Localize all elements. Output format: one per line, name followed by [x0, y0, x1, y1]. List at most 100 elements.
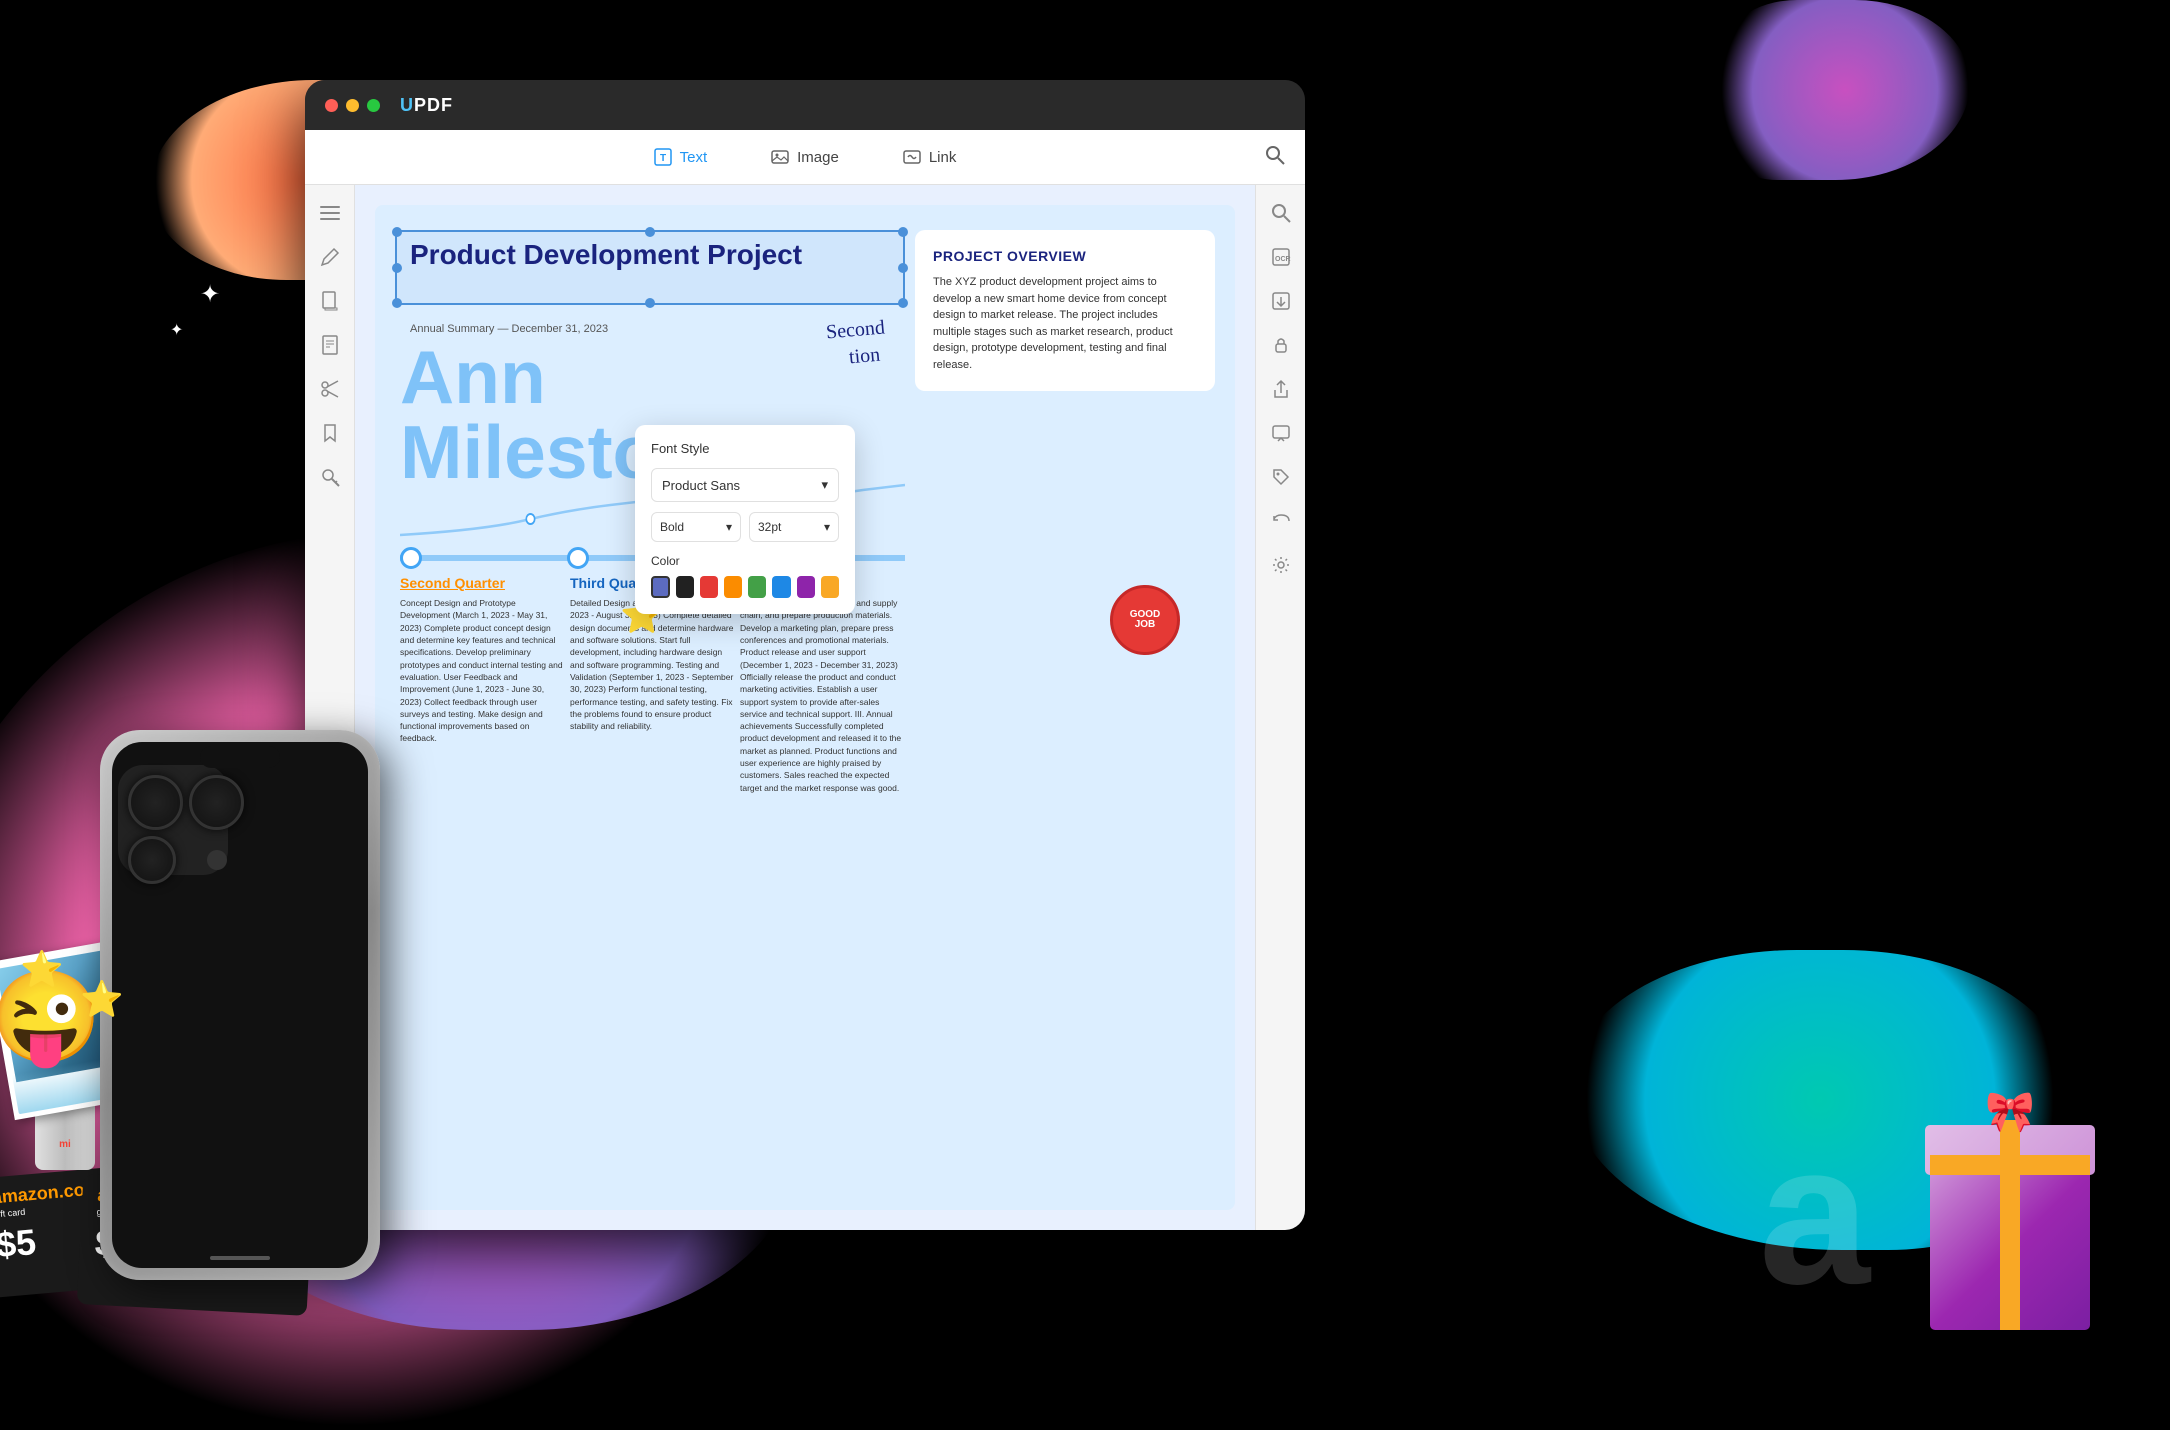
selection-handle-tm[interactable] [645, 227, 655, 237]
date-text: December 31, 2023 [512, 323, 609, 335]
home-indicator [210, 1256, 270, 1260]
star-right: ⭐ [80, 979, 124, 1020]
pdf-page: Product Development Project Annual Summa… [375, 205, 1235, 1210]
color-swatch-yellow[interactable] [821, 576, 839, 598]
window-dot-close[interactable] [325, 99, 338, 112]
font-name-value: Product Sans [662, 478, 740, 493]
font-size-select[interactable]: 32pt ▾ [749, 512, 839, 542]
sidebar-icon-edit[interactable] [317, 244, 343, 270]
right-sidebar-icon-settings[interactable] [1268, 552, 1294, 578]
image-icon [771, 148, 789, 166]
project-overview-box: PROJECT OVERVIEW The XYZ product develop… [915, 230, 1215, 391]
subtitle-text: Annual Summary [410, 323, 494, 335]
right-sidebar-icon-search[interactable] [1268, 200, 1294, 226]
pdf-content: Product Development Project Annual Summa… [355, 185, 1255, 1230]
window-dot-minimize[interactable] [346, 99, 359, 112]
gift-box: 🎀 [1930, 1130, 2090, 1330]
good-job-badge: GOOD JOB [1110, 585, 1180, 655]
sidebar-icon-bookmark[interactable] [317, 420, 343, 446]
project-title: Product Development Project [410, 240, 900, 271]
color-swatch-purple[interactable] [797, 576, 815, 598]
selection-handle-bl[interactable] [392, 298, 402, 308]
link-label: Link [929, 149, 957, 166]
window-dot-fullscreen[interactable] [367, 99, 380, 112]
color-swatches [651, 576, 839, 598]
svg-text:OCR: OCR [1275, 256, 1291, 263]
toolbar-text-btn[interactable]: T Text [642, 142, 720, 172]
font-select-chevron: ▾ [821, 477, 828, 493]
camera-lens-3 [128, 836, 176, 884]
color-swatch-green[interactable] [748, 576, 766, 598]
font-style-value: Bold [660, 520, 684, 534]
color-swatch-blue[interactable] [772, 576, 790, 598]
right-sidebar-icon-ocr[interactable]: OCR [1268, 244, 1294, 270]
right-sidebar-icon-lock[interactable] [1268, 332, 1294, 358]
font-size-value: 32pt [758, 520, 781, 534]
right-sidebar-icon-download[interactable] [1268, 288, 1294, 314]
phone-mockup [100, 730, 380, 1280]
font-style-popup: Font Style Product Sans ▾ Bold ▾ 32pt ▾ [635, 425, 855, 614]
font-style-select[interactable]: Bold ▾ [651, 512, 741, 542]
color-label: Color [651, 554, 839, 568]
camera-lens-2 [189, 775, 244, 830]
handwritten-tion: tion [848, 344, 881, 370]
subtitle-sep: — [497, 323, 511, 335]
flash [207, 850, 227, 870]
q2-text: Concept Design and Prototype Development… [400, 597, 565, 745]
annual-summary: Annual Summary — December 31, 2023 [410, 323, 608, 335]
search-icon [1265, 145, 1285, 165]
font-popup-title: Font Style [651, 441, 839, 456]
window-controls [325, 99, 380, 112]
sidebar-icon-doc[interactable] [317, 332, 343, 358]
style-chevron: ▾ [726, 520, 732, 534]
handwritten-second: Second [825, 317, 885, 342]
right-sidebar-icon-comment[interactable] [1268, 420, 1294, 446]
sparkle-2: ✦ [170, 320, 183, 340]
good-job-line2: JOB [1135, 620, 1156, 630]
toolbar: T Text Image Link [305, 130, 1305, 185]
project-overview-title: PROJECT OVERVIEW [933, 248, 1197, 264]
q2-title: Second Quarter [400, 575, 565, 591]
link-icon [903, 148, 921, 166]
image-label: Image [797, 149, 839, 166]
camera-lens-1 [128, 775, 183, 830]
phone-notch [200, 746, 280, 768]
text-icon: T [654, 148, 672, 166]
color-swatch-orange[interactable] [724, 576, 742, 598]
selection-handle-ml[interactable] [392, 263, 402, 273]
color-swatch-red[interactable] [700, 576, 718, 598]
selection-handle-tr[interactable] [898, 227, 908, 237]
app-name-suffix: PDF [414, 95, 453, 115]
selection-handle-tl[interactable] [392, 227, 402, 237]
screen-container: UPDF T Text Image Link [305, 80, 1305, 1230]
sidebar-icon-key[interactable] [317, 464, 343, 490]
right-sidebar-icon-share[interactable] [1268, 376, 1294, 402]
sparkle-1: ✦ [200, 280, 220, 309]
power-bank-logo: mi [59, 1139, 71, 1150]
selection-handle-br[interactable] [898, 298, 908, 308]
sidebar-icon-scissors[interactable] [317, 376, 343, 402]
right-sidebar-icon-tag[interactable] [1268, 464, 1294, 490]
app-name-prefix: U [400, 95, 414, 115]
gift-ribbon-vertical [2000, 1120, 2020, 1330]
sidebar-icon-pages[interactable] [317, 288, 343, 314]
title-bar: UPDF [305, 80, 1305, 130]
timeline-dot-1 [400, 547, 422, 569]
timeline-dot-2 [567, 547, 589, 569]
selection-handle-bm[interactable] [645, 298, 655, 308]
quarter-2: Second Quarter ⭐ Concept Design and Prot… [400, 575, 565, 794]
star-left: ⭐ [20, 949, 64, 990]
color-swatch-indigo[interactable] [651, 576, 670, 598]
color-swatch-black[interactable] [676, 576, 694, 598]
text-label: Text [680, 149, 708, 166]
right-sidebar-icon-refresh[interactable] [1268, 508, 1294, 534]
sidebar-icon-menu[interactable] [317, 200, 343, 226]
toolbar-image-btn[interactable]: Image [759, 142, 851, 172]
toolbar-search-btn[interactable] [1265, 145, 1285, 170]
font-name-select[interactable]: Product Sans ▾ [651, 468, 839, 502]
style-size-row: Bold ▾ 32pt ▾ [651, 512, 839, 542]
gift-ribbon-horizontal [1930, 1155, 2090, 1175]
svg-text:T: T [660, 153, 666, 164]
toolbar-link-btn[interactable]: Link [891, 142, 969, 172]
project-overview-text: The XYZ product development project aims… [933, 274, 1197, 373]
